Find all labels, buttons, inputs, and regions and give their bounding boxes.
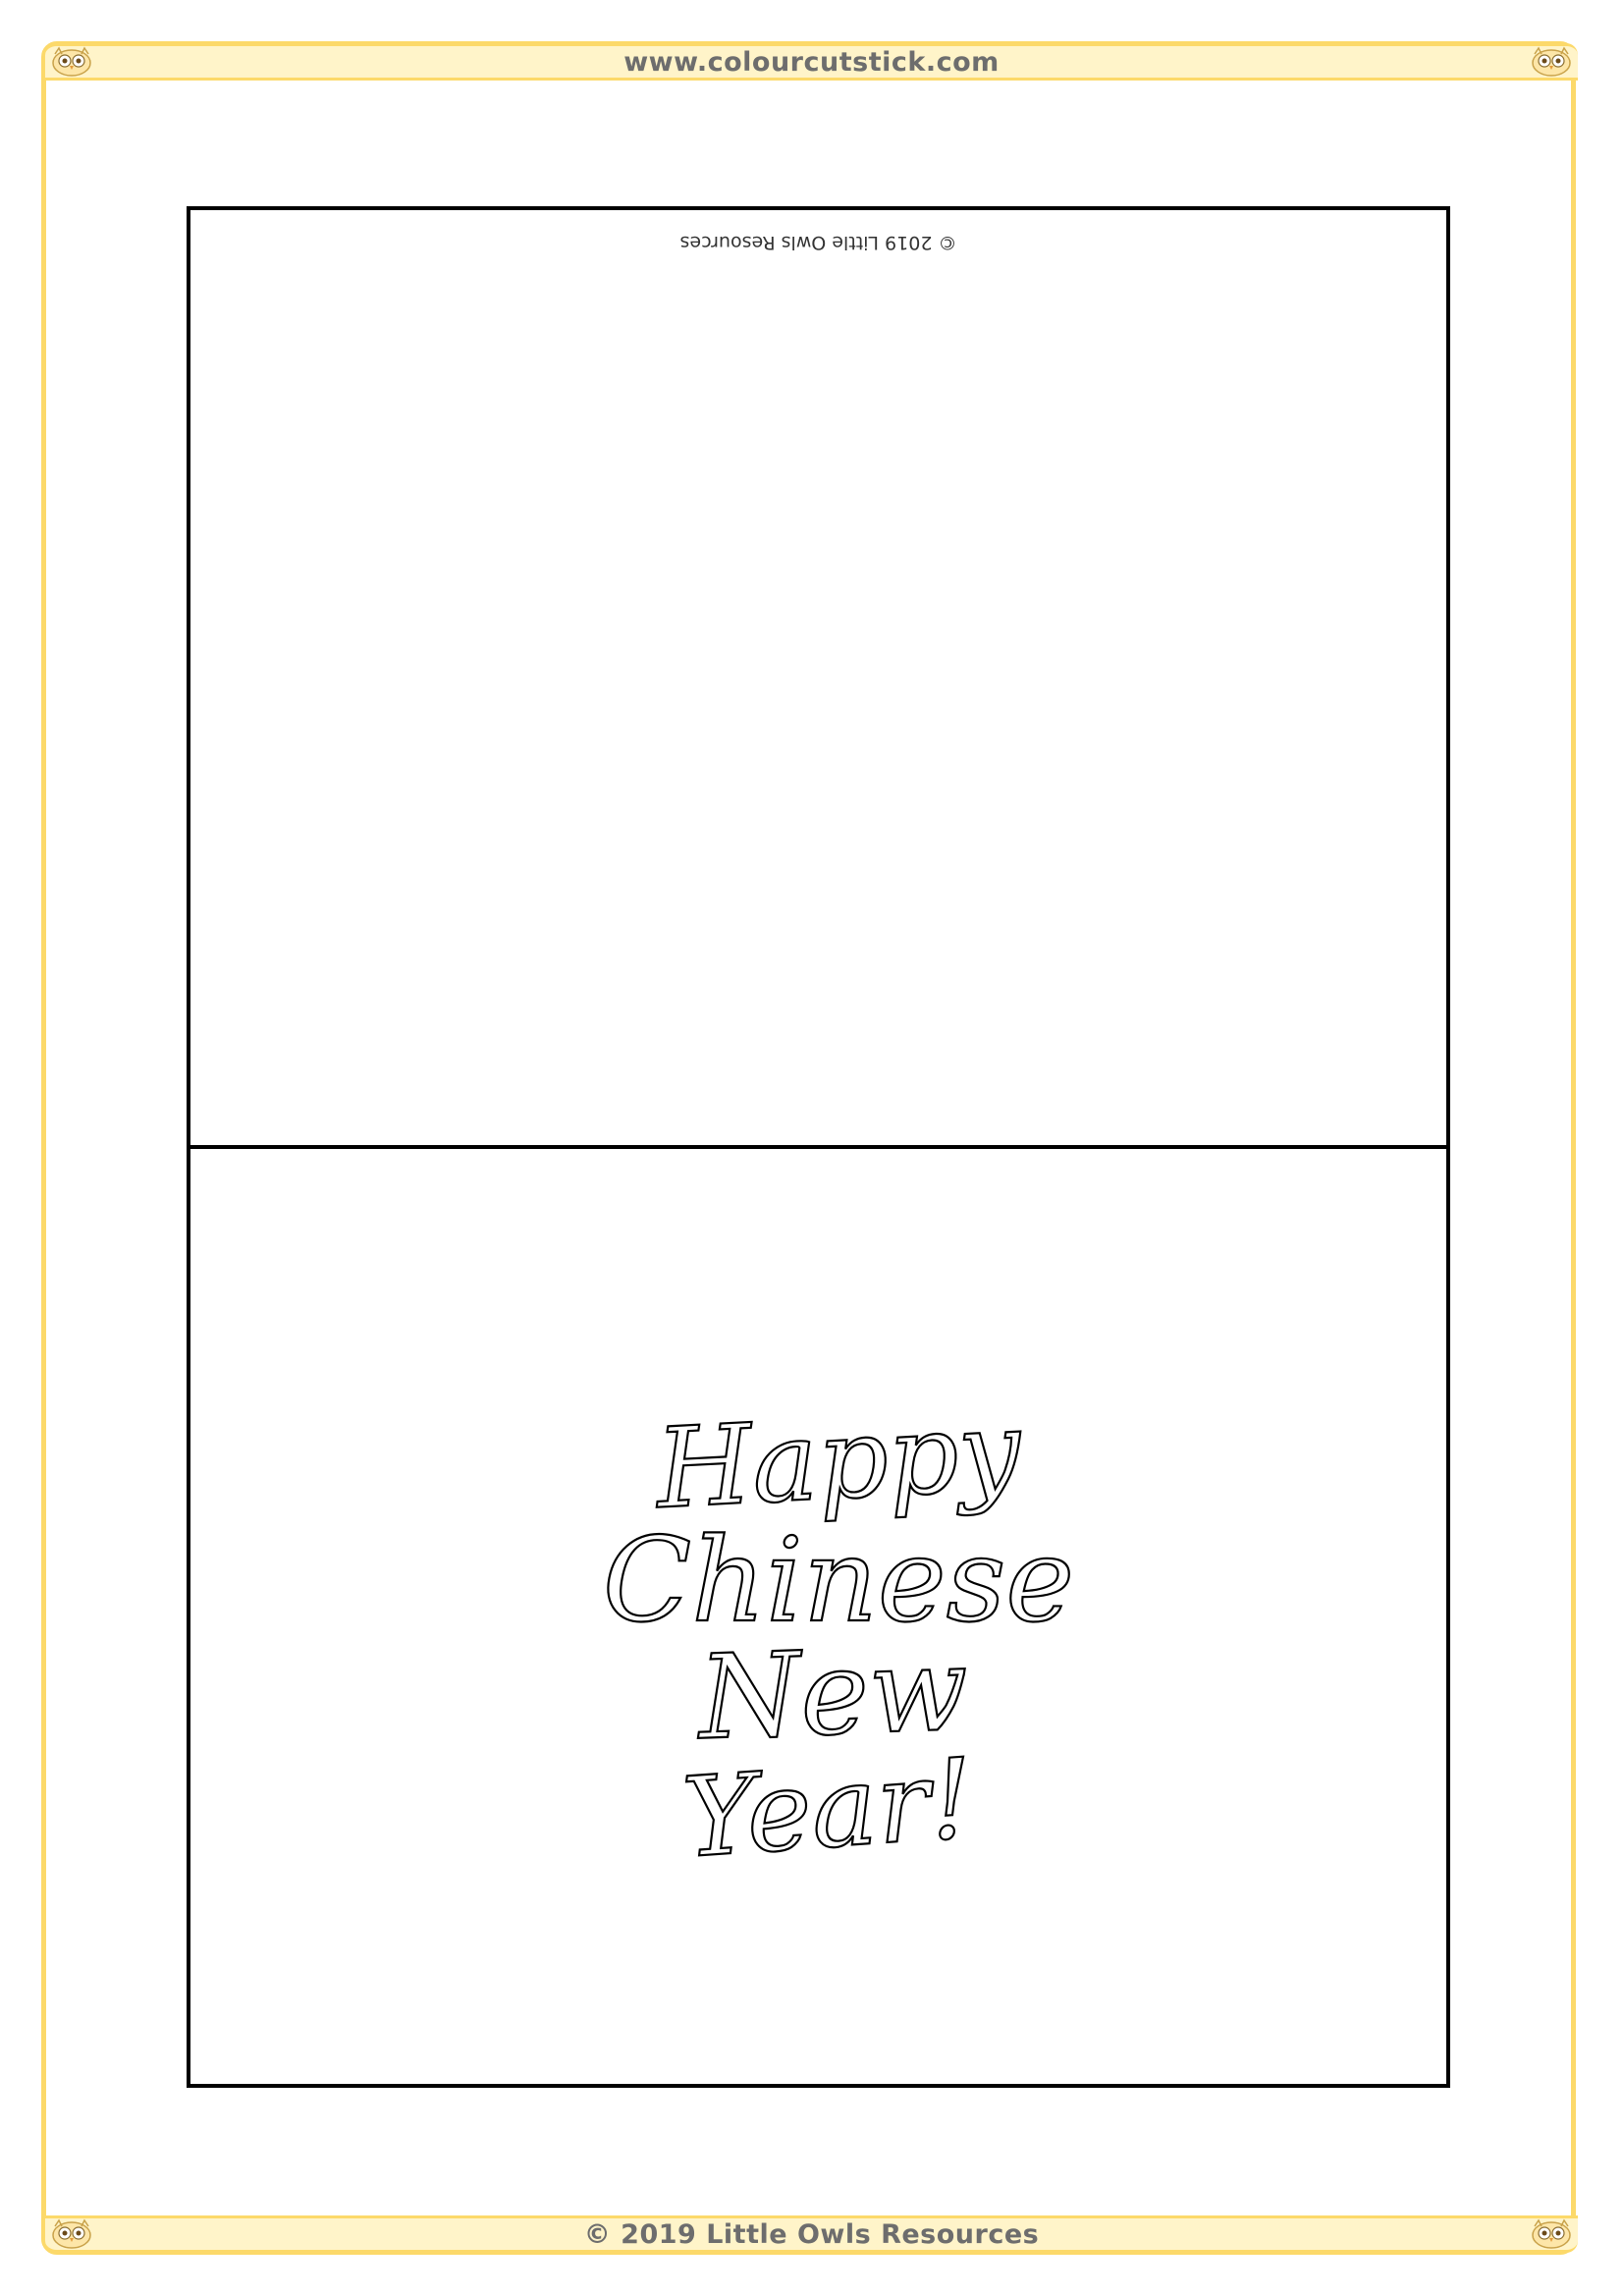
footer-band: © 2019 Little Owls Resources xyxy=(45,2215,1578,2253)
owl-icon xyxy=(52,46,91,77)
card-inside-panel: © 2019 Little Owls Resources xyxy=(187,206,1450,1150)
header-band: www.colourcutstick.com xyxy=(45,43,1578,81)
upside-down-copyright: © 2019 Little Owls Resources xyxy=(679,232,957,253)
card-front-panel: Happy Chinese New Year! xyxy=(187,1145,1450,2088)
footer-copyright: © 2019 Little Owls Resources xyxy=(583,2218,1040,2250)
greeting-outline-text: Happy Chinese New Year! xyxy=(190,1149,1446,2084)
owl-icon xyxy=(52,2218,91,2249)
owl-icon xyxy=(1532,2218,1571,2249)
website-url: www.colourcutstick.com xyxy=(623,46,1000,78)
greeting-line-year: Year! xyxy=(679,1735,978,1883)
owl-icon xyxy=(1532,46,1571,77)
